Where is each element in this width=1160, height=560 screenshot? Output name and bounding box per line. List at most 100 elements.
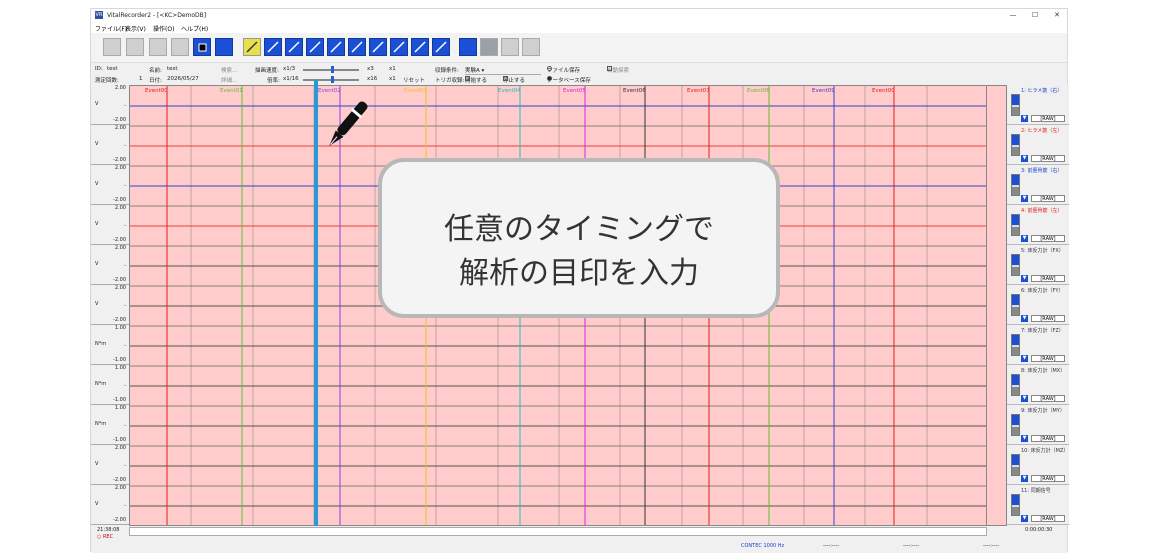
row-mid-tick: -: [124, 303, 126, 309]
db-save-label: データベース保存: [547, 78, 591, 84]
db-save-radio[interactable]: データベース保存: [547, 76, 591, 84]
channel-dropdown-icon[interactable]: ▼: [1021, 435, 1028, 442]
scale-knob[interactable]: [331, 76, 334, 83]
event-pen-icon-5[interactable]: [348, 38, 366, 56]
channel-dropdown-icon[interactable]: ▼: [1021, 195, 1028, 202]
circle-icon-button[interactable]: [171, 38, 189, 56]
event-pen-icon-7[interactable]: [390, 38, 408, 56]
channel-raw-button[interactable]: [RAW]: [1031, 115, 1065, 122]
channel-item[interactable]: 8: 床反力計（MX） ▼ [RAW]: [1007, 365, 1069, 405]
channel-dropdown-icon[interactable]: ▼: [1021, 395, 1028, 402]
time-scrollbar[interactable]: [129, 527, 987, 536]
event-pen-icon-1[interactable]: [264, 38, 282, 56]
record-icon-button[interactable]: [103, 38, 121, 56]
disabled-icon-button-2[interactable]: [522, 38, 540, 56]
event-pen-icon-9[interactable]: [432, 38, 450, 56]
analysis-icon-button[interactable]: [459, 38, 477, 56]
event-label: Event06: [623, 88, 646, 94]
channel-level-bar: [1011, 454, 1020, 476]
channel-dropdown-icon[interactable]: ▼: [1021, 115, 1028, 122]
trigger-label: トリガ収録:: [435, 78, 465, 84]
channel-raw-button[interactable]: [RAW]: [1031, 395, 1065, 402]
channel-item[interactable]: 10: 床反力計（MZ） ▼ [RAW]: [1007, 445, 1069, 485]
event-pen-icon-3[interactable]: [306, 38, 324, 56]
close-button[interactable]: ✕: [1047, 10, 1067, 21]
row-unit: V: [95, 501, 99, 507]
row-unit: N*m: [95, 341, 107, 347]
channel-dropdown-icon[interactable]: ▼: [1021, 275, 1028, 282]
list-icon-button[interactable]: [126, 38, 144, 56]
channel-dropdown-icon[interactable]: ▼: [1021, 355, 1028, 362]
menu-view[interactable]: 表示(V): [125, 24, 146, 33]
channel-raw-button[interactable]: [RAW]: [1031, 315, 1065, 322]
channel-dropdown-icon[interactable]: ▼: [1021, 475, 1028, 482]
table-icon-button[interactable]: [480, 38, 498, 56]
channel-name: 3: 前脛骨筋（右）: [1021, 168, 1063, 174]
y-axis-labels: 2.00 V - -2.00 2.00 V - -2.00 2.00 V - -2.00 2.00 V - -…: [91, 85, 129, 526]
channel-name: 4: 前脛骨筋（左）: [1021, 208, 1063, 214]
channel-raw-button[interactable]: [RAW]: [1031, 475, 1065, 482]
draw-speed-value: x1: [389, 66, 396, 72]
row-mid-tick: -: [124, 103, 126, 109]
row-mid-tick: -: [124, 383, 126, 389]
row-mid-tick: -: [124, 463, 126, 469]
name-value: test: [167, 66, 178, 72]
draw-speed-label: 描画速度:: [255, 68, 279, 74]
channel-raw-button[interactable]: [RAW]: [1031, 275, 1065, 282]
channel-name: 11: 同期信号: [1021, 488, 1051, 494]
channel-dropdown-icon[interactable]: ▼: [1021, 235, 1028, 242]
stop-icon-button[interactable]: [193, 38, 211, 56]
reset-button[interactable]: リセット: [403, 76, 425, 84]
file-save-radio[interactable]: ファイル保存: [547, 66, 580, 74]
menu-file[interactable]: ファイル(F): [95, 24, 127, 33]
auto-search-checkbox[interactable]: 自動探索: [607, 66, 629, 74]
draw-speed-knob[interactable]: [331, 66, 334, 73]
channel-raw-button[interactable]: [RAW]: [1031, 515, 1065, 522]
search-button[interactable]: 検索...: [221, 66, 237, 74]
channel-raw-button[interactable]: [RAW]: [1031, 155, 1065, 162]
event-pen-icon-4[interactable]: [327, 38, 345, 56]
marker-pen-icon-button[interactable]: [243, 38, 261, 56]
grid-icon-button[interactable]: [149, 38, 167, 56]
channel-item[interactable]: 6: 床反力計（FY） ▼ [RAW]: [1007, 285, 1069, 325]
event-pen-icon-2[interactable]: [285, 38, 303, 56]
channel-raw-button[interactable]: [RAW]: [1031, 195, 1065, 202]
row-max: 2.00: [114, 285, 126, 291]
channel-item[interactable]: 4: 前脛骨筋（左） ▼ [RAW]: [1007, 205, 1069, 245]
device-status: CONTEC 1000 Hz: [741, 543, 785, 549]
menu-help[interactable]: ヘルプ(H): [181, 24, 208, 33]
channel-name: 1: ヒラメ筋（右）: [1021, 88, 1063, 94]
channel-item[interactable]: 9: 床反力計（MY） ▼ [RAW]: [1007, 405, 1069, 445]
maximize-button[interactable]: ☐: [1025, 10, 1045, 21]
event-pen-icon-6[interactable]: [369, 38, 387, 56]
channel-dropdown-icon[interactable]: ▼: [1021, 155, 1028, 162]
channel-item[interactable]: 11: 同期信号 ▼ [RAW]: [1007, 485, 1069, 525]
app-icon: VR: [95, 11, 103, 19]
elapsed-time: 0:00:00:30: [1025, 527, 1053, 533]
row-max: 2.00: [114, 245, 126, 251]
menu-operate[interactable]: 操作(O): [153, 24, 174, 33]
disabled-icon-button-1[interactable]: [501, 38, 519, 56]
channel-name: 8: 床反力計（MX）: [1021, 368, 1066, 374]
minimize-button[interactable]: —: [1003, 10, 1023, 21]
channel-item[interactable]: 2: ヒラメ筋（左） ▼ [RAW]: [1007, 125, 1069, 165]
event-marker-line[interactable]: [314, 80, 318, 526]
channel-item[interactable]: 5: 床反力計（FX） ▼ [RAW]: [1007, 245, 1069, 285]
export-icon-button[interactable]: [215, 38, 233, 56]
row-min: -2.00: [113, 237, 126, 243]
channel-raw-button[interactable]: [RAW]: [1031, 235, 1065, 242]
channel-raw-button[interactable]: [RAW]: [1031, 355, 1065, 362]
rec-condition-select[interactable]: 実験A ▾: [465, 66, 541, 75]
row-unit: V: [95, 101, 99, 107]
channel-item[interactable]: 7: 床反力計（FZ） ▼ [RAW]: [1007, 325, 1069, 365]
trigger-start-checkbox[interactable]: 開始する: [465, 76, 487, 84]
menu-bar: ファイル(F) 表示(V) 操作(O) ヘルプ(H): [91, 22, 1067, 33]
channel-item[interactable]: 3: 前脛骨筋（右） ▼ [RAW]: [1007, 165, 1069, 205]
channel-dropdown-icon[interactable]: ▼: [1021, 315, 1028, 322]
detail-button[interactable]: 詳細...: [221, 76, 237, 84]
event-pen-icon-8[interactable]: [411, 38, 429, 56]
channel-item[interactable]: 1: ヒラメ筋（右） ▼ [RAW]: [1007, 85, 1069, 125]
trigger-stop-checkbox[interactable]: 停止する: [503, 76, 525, 84]
channel-raw-button[interactable]: [RAW]: [1031, 435, 1065, 442]
channel-dropdown-icon[interactable]: ▼: [1021, 515, 1028, 522]
